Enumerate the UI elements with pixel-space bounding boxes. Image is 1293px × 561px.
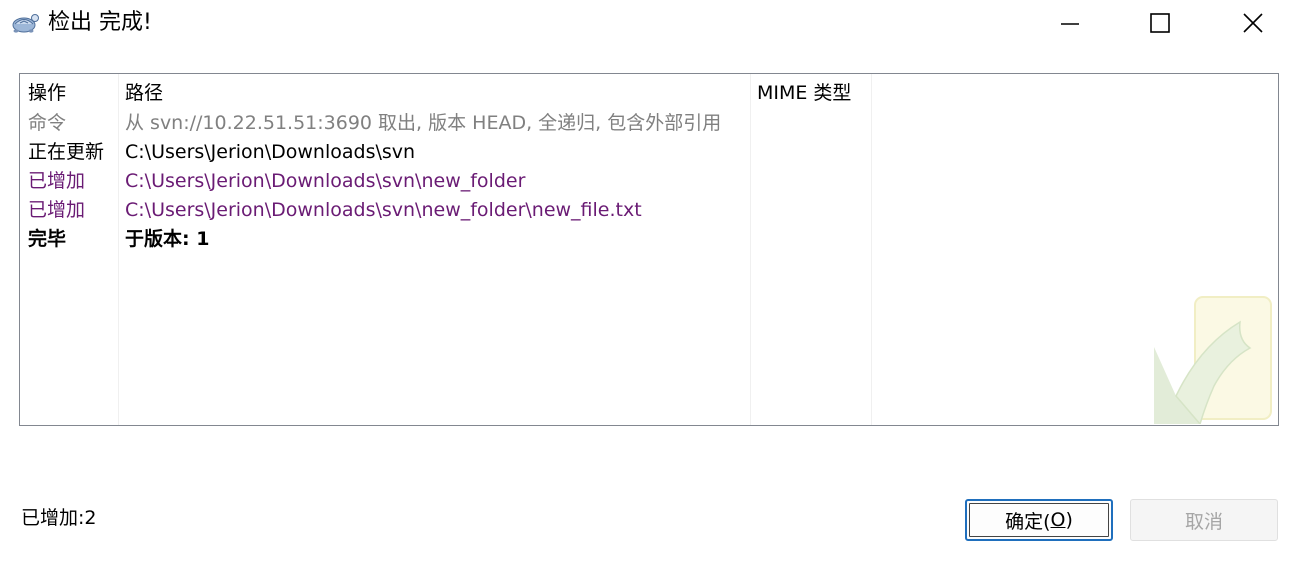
row-action: 完毕 [28,228,67,250]
row-action: 已增加 [28,170,86,192]
column-separator [871,74,872,425]
focus-ring [969,503,1109,537]
ok-button[interactable]: 确定(O) [965,499,1113,541]
row-path[interactable]: C:\Users\Jerion\Downloads\svn [125,138,415,167]
tortoisesvn-icon[interactable] [10,9,40,35]
column-header-mime[interactable]: MIME 类型 [757,79,851,108]
row-path[interactable]: C:\Users\Jerion\Downloads\svn\new_folder [125,167,525,196]
minimize-icon [1061,23,1079,25]
row-path[interactable]: C:\Users\Jerion\Downloads\svn\new_folder… [125,196,642,225]
row-path[interactable]: 于版本: 1 [125,225,209,254]
column-separator [118,74,119,425]
close-button[interactable] [1230,0,1276,46]
row-action: 已增加 [28,199,86,221]
row-action: 命令 [28,112,67,134]
close-icon [1243,13,1263,33]
column-header-action[interactable]: 操作 [28,79,66,108]
maximize-button[interactable] [1137,0,1183,46]
checkmark-watermark-icon [1154,296,1272,424]
row-action: 正在更新 [28,141,105,163]
minimize-button[interactable] [1047,0,1093,46]
title-bar: 检出 完成! [0,0,1293,46]
results-list[interactable]: 操作 路径 MIME 类型 命令 从 svn://10.22.51.51:369… [19,73,1279,426]
maximize-icon [1150,13,1170,33]
column-separator [750,74,751,425]
window-title: 检出 完成! [48,10,152,35]
cancel-button[interactable]: 取消 [1130,499,1278,541]
column-header-path[interactable]: 路径 [125,79,163,108]
row-path[interactable]: 从 svn://10.22.51.51:3690 取出, 版本 HEAD, 全递… [125,109,721,138]
status-summary: 已增加:2 [21,507,97,529]
